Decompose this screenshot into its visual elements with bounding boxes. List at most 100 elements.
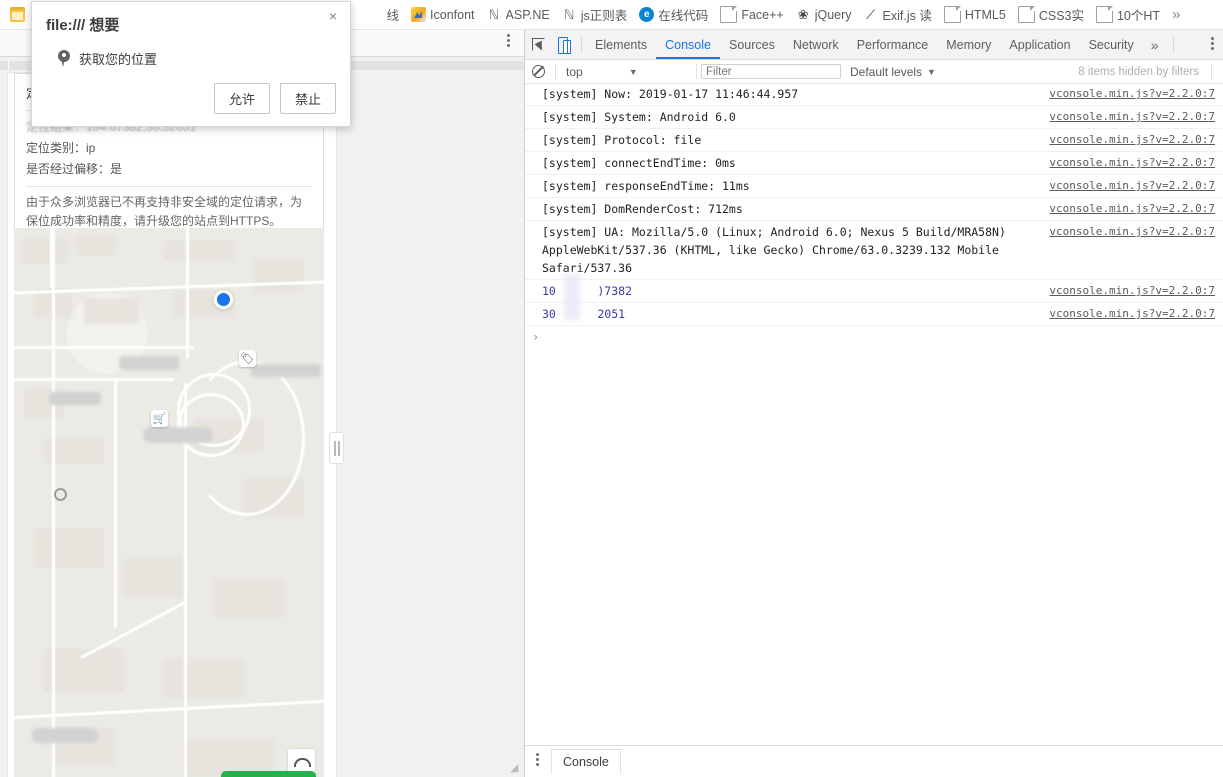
console-log-row[interactable]: [system] UA: Mozilla/5.0 (Linux; Android… [525, 221, 1223, 280]
exif-icon: ⁄ [869, 6, 873, 22]
log-source-link[interactable]: vconsole.min.js?v=2.2.0:7 [1049, 223, 1215, 241]
bookmark-label: Iconfont [430, 7, 475, 22]
card-divider-bottom [26, 186, 312, 187]
log-source-link[interactable]: vconsole.min.js?v=2.2.0:7 [1049, 85, 1215, 103]
log-levels-dropdown[interactable]: Default levels ▼ [850, 65, 936, 79]
page-icon [943, 6, 961, 23]
console-log-row[interactable]: [system] connectEndTime: 0ms vconsole.mi… [525, 152, 1223, 175]
bookmark-item[interactable]: e 在线代码 [633, 2, 714, 28]
bookmark-label: CSS3实 [1038, 9, 1084, 23]
log-source-link[interactable]: vconsole.min.js?v=2.2.0:7 [1049, 131, 1215, 149]
page-icon [1095, 6, 1113, 23]
inspect-element-icon[interactable] [525, 31, 551, 59]
clear-console-icon[interactable] [525, 61, 551, 83]
bookmark-item[interactable]: ❀ jQuery [790, 2, 858, 28]
console-log-row[interactable]: [system] Now: 2019-01-17 11:46:44.957 vc… [525, 83, 1223, 106]
drawer-menu-icon[interactable] [525, 752, 551, 772]
log-source-link[interactable]: vconsole.min.js?v=2.2.0:7 [1049, 200, 1215, 218]
close-icon[interactable]: × [326, 9, 340, 23]
page-icon [720, 6, 738, 23]
console-log-row[interactable]: 10 )7382 vconsole.min.js?v=2.2.0:7 [525, 280, 1223, 303]
console-log-row[interactable]: [system] System: Android 6.0 vconsole.mi… [525, 106, 1223, 129]
device-corner-resize-handle[interactable]: ◢ [510, 763, 521, 774]
log-message: [system] System: Android 6.0 [542, 110, 736, 124]
tab-sources[interactable]: Sources [720, 31, 784, 59]
vconsole-button[interactable]: vConsole [220, 771, 316, 777]
allow-button[interactable]: 允许 [213, 83, 270, 114]
location-type-row: 定位类别：ip [26, 141, 96, 155]
bookmark-label: jQuery [814, 7, 852, 22]
bookmark-item[interactable]: ℕ ASP.NE [481, 2, 556, 28]
bookmark-item[interactable]: 线 [381, 2, 406, 28]
devtools-drawer: Console [525, 745, 1223, 777]
execution-context-selector[interactable]: top ▼ [560, 65, 692, 79]
bookmark-item[interactable]: ℕ js正则表 [556, 2, 634, 28]
log-source-link[interactable]: vconsole.min.js?v=2.2.0:7 [1049, 154, 1215, 172]
hidden-items-message: 8 items hidden by filters [1078, 65, 1199, 78]
devtools-menu-icon[interactable] [1211, 37, 1214, 52]
log-source-link[interactable]: vconsole.min.js?v=2.2.0:7 [1049, 177, 1215, 195]
device-emulation-viewport: 定位成功 定位结果：104.07382,30.52051 定位类别：ip 是否经… [0, 57, 524, 777]
edge-icon: e [639, 7, 655, 22]
bookmark-label: js正则表 [580, 9, 628, 23]
bookmark-label: 在线代码 [658, 9, 709, 23]
console-log-row[interactable]: [system] DomRenderCost: 712ms vconsole.m… [525, 198, 1223, 221]
device-toolbar-icon[interactable] [551, 31, 577, 59]
permission-dialog-title: file:/// 想要 [46, 17, 120, 34]
bookmark-item[interactable]: CSS3实 [1012, 2, 1090, 28]
bookmark-label: Face++ [741, 7, 784, 22]
log-message: [system] UA: Mozilla/5.0 (Linux; Android… [542, 225, 1013, 275]
iconfont-icon [411, 7, 427, 22]
bookmark-label: Exif.js 读 [882, 9, 932, 23]
log-message: [system] Now: 2019-01-17 11:46:44.957 [542, 87, 799, 101]
tab-application[interactable]: Application [1000, 31, 1079, 59]
location-pin-icon [58, 50, 70, 67]
map-poi-tag-icon[interactable]: 🏷 [239, 350, 256, 367]
device-width-handle[interactable] [329, 432, 344, 464]
permission-request-row: 获取您的位置 [46, 49, 336, 68]
bookmark-item[interactable]: Face++ [714, 2, 789, 28]
log-levels-label: Default levels [850, 64, 923, 79]
chevron-down-icon-levels: ▼ [927, 66, 936, 77]
tab-security[interactable]: Security [1080, 31, 1143, 59]
device-toolbar-menu-icon[interactable] [507, 34, 510, 49]
tab-performance[interactable]: Performance [848, 31, 938, 59]
devtools-panel: Elements Console Sources Network Perform… [524, 30, 1223, 777]
tab-elements[interactable]: Elements [586, 31, 656, 59]
log-source-link[interactable]: vconsole.min.js?v=2.2.0:7 [1049, 305, 1215, 323]
block-button[interactable]: 禁止 [279, 83, 336, 114]
chevron-down-icon: ▼ [628, 66, 638, 77]
bookmark-item[interactable]: Iconfont [405, 2, 480, 28]
log-message: [system] DomRenderCost: 712ms [542, 202, 743, 216]
more-tabs-icon[interactable]: » [1143, 37, 1167, 53]
bookmark-item[interactable]: ⁄ Exif.js 读 [858, 2, 938, 28]
log-message: 30 2051 [542, 307, 626, 321]
console-log-row[interactable]: 30 2051 vconsole.min.js?v=2.2.0:7 [525, 303, 1223, 326]
bookmark-label: HTML5 [964, 7, 1006, 22]
location-offset-row: 是否经过偏移：是 [26, 162, 123, 176]
log-source-link[interactable]: vconsole.min.js?v=2.2.0:7 [1049, 108, 1215, 126]
bookmarks-overflow-icon[interactable]: » [1166, 6, 1186, 23]
console-log-list[interactable]: [system] Now: 2019-01-17 11:46:44.957 vc… [525, 83, 1223, 745]
folder-icon [10, 7, 25, 22]
emulated-device-frame: 定位成功 定位结果：104.07382,30.52051 定位类别：ip 是否经… [8, 73, 336, 777]
map-poi-ring-icon [54, 488, 67, 501]
console-log-row[interactable]: [system] Protocol: file vconsole.min.js?… [525, 129, 1223, 152]
bookmark-item[interactable]: 10个HT [1090, 2, 1166, 28]
tab-console[interactable]: Console [656, 31, 720, 59]
map-canvas[interactable]: 🏷 🛒 高德地图 vConsole [14, 228, 324, 777]
console-filter-input[interactable] [701, 64, 841, 79]
tab-network[interactable]: Network [784, 31, 848, 59]
console-prompt[interactable]: › [525, 326, 1223, 346]
current-location-dot [214, 290, 233, 309]
geolocation-permission-dialog: file:/// 想要 × 获取您的位置 允许 禁止 [31, 1, 351, 127]
bookmark-item[interactable]: HTML5 [938, 2, 1012, 28]
tab-memory[interactable]: Memory [937, 31, 1000, 59]
drawer-tab-console[interactable]: Console [551, 749, 621, 774]
bookmark-label: 线 [386, 9, 400, 23]
map-poi-cart-icon[interactable]: 🛒 [151, 410, 168, 427]
filterbar-divider-1 [555, 64, 556, 79]
jquery-icon: ❀ [797, 7, 809, 22]
console-log-row[interactable]: [system] responseEndTime: 11ms vconsole.… [525, 175, 1223, 198]
log-source-link[interactable]: vconsole.min.js?v=2.2.0:7 [1049, 282, 1215, 300]
